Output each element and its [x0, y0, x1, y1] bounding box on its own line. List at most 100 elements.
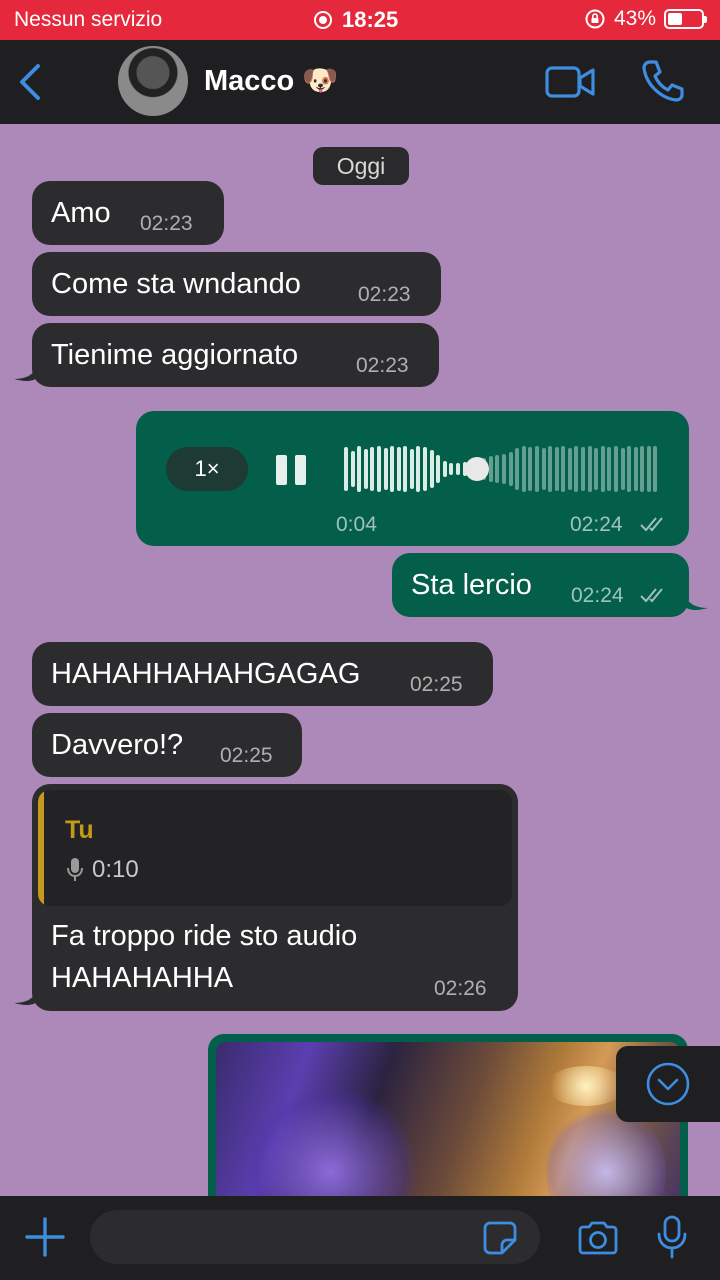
photo-light	[546, 1066, 626, 1106]
scroll-to-bottom-button[interactable]	[616, 1046, 720, 1122]
waveform-bar	[640, 446, 644, 492]
message-incoming[interactable]: Tienime aggiornato 02:23	[32, 323, 439, 387]
message-time: 02:23	[140, 212, 193, 235]
waveform-bar	[555, 447, 559, 491]
waveform-bar	[357, 446, 361, 492]
message-time: 02:26	[434, 977, 487, 1000]
waveform-bar	[588, 446, 592, 492]
waveform-bar	[423, 447, 427, 491]
message-time: 02:24	[570, 513, 623, 536]
message-time: 02:24	[571, 584, 624, 607]
message-input[interactable]	[90, 1210, 540, 1264]
waveform-bar	[351, 451, 355, 487]
message-time: 02:23	[356, 354, 409, 377]
bubble-tail	[14, 363, 38, 381]
message-text: HAHAHHAHAHGAGAG	[51, 658, 361, 690]
message-text: Amo	[51, 197, 111, 229]
voice-elapsed: 0:04	[336, 513, 377, 536]
waveform-bar	[594, 448, 598, 490]
message-time: 02:25	[220, 744, 273, 767]
waveform-bar	[384, 448, 388, 490]
waveform-bar	[344, 447, 348, 491]
microphone-icon[interactable]	[656, 1214, 688, 1260]
message-incoming[interactable]: Come sta wndando 02:23	[32, 252, 441, 316]
quote-accent-bar	[38, 790, 44, 906]
back-chevron-icon[interactable]	[14, 60, 50, 104]
waveform-bar	[647, 446, 651, 492]
waveform-bar	[443, 461, 447, 477]
waveform-bar	[509, 452, 513, 486]
waveform-bar	[502, 454, 506, 484]
avatar[interactable]	[118, 46, 188, 116]
read-receipt-icon	[640, 517, 663, 532]
waveform-bar	[542, 448, 546, 490]
date-separator: Oggi	[313, 147, 409, 185]
waveform-bar	[410, 449, 414, 489]
video-call-icon[interactable]	[544, 62, 596, 102]
message-time: 02:23	[358, 283, 411, 306]
microphone-icon	[67, 858, 83, 881]
recording-icon	[314, 11, 332, 29]
waveform-bar	[581, 447, 585, 491]
carrier-label: Nessun servizio	[14, 8, 163, 31]
message-text: Davvero!?	[51, 729, 184, 761]
camera-icon[interactable]	[576, 1220, 620, 1256]
waveform-bar	[627, 446, 631, 492]
quote-duration: 0:10	[92, 856, 139, 883]
pause-icon[interactable]	[276, 455, 306, 485]
waveform-bar	[614, 446, 618, 492]
battery-percent: 43%	[613, 7, 656, 30]
waveform-bar	[370, 447, 374, 491]
waveform-bar	[456, 463, 460, 475]
message-incoming[interactable]: HAHAHHAHAHGAGAG 02:25	[32, 642, 493, 706]
waveform-bar	[377, 446, 381, 492]
message-incoming[interactable]: Amo 02:23	[32, 181, 224, 245]
chat-header: Macco 🐶	[0, 40, 720, 124]
audio-scrubber-knob[interactable]	[465, 457, 489, 481]
playback-speed-button[interactable]: 1×	[166, 447, 248, 491]
contact-name[interactable]: Macco 🐶	[204, 64, 338, 98]
battery-fill	[668, 13, 682, 25]
photo-glow	[246, 1082, 416, 1196]
phone-call-icon[interactable]	[640, 58, 686, 104]
chevron-down-icon	[646, 1062, 690, 1106]
waveform-bar	[403, 446, 407, 492]
waveform-bar	[397, 447, 401, 491]
sticker-icon[interactable]	[482, 1220, 518, 1256]
read-receipt-icon	[640, 588, 663, 603]
waveform-bar	[449, 463, 453, 475]
voice-message-outgoing[interactable]: 1× 0:04 02:24	[136, 411, 689, 546]
message-text: Come sta wndando	[51, 268, 301, 300]
plus-icon[interactable]	[24, 1216, 66, 1258]
waveform-bar	[495, 455, 499, 483]
message-outgoing[interactable]: Sta lercio 02:24	[392, 553, 689, 617]
message-incoming[interactable]: Davvero!? 02:25	[32, 713, 302, 777]
waveform-bar	[528, 447, 532, 491]
waveform-bar	[489, 456, 493, 482]
bubble-tail	[684, 592, 708, 610]
waveform-bar	[653, 446, 657, 492]
waveform-bar	[430, 450, 434, 488]
quoted-message[interactable]: Tu 0:10	[38, 790, 512, 906]
photo-thumbnail[interactable]	[216, 1042, 680, 1196]
chat-area[interactable]: Oggi Amo 02:23 Come sta wndando 02:23 Ti…	[0, 124, 720, 1196]
audio-waveform[interactable]	[344, 443, 660, 495]
waveform-bar	[568, 448, 572, 490]
status-time: 18:25	[342, 7, 399, 32]
waveform-bar	[621, 448, 625, 490]
waveform-bar	[574, 446, 578, 492]
message-incoming-reply[interactable]: Tu 0:10 Fa troppo ride sto audio HAHAHAH…	[32, 784, 518, 1011]
status-center: 18:25	[314, 7, 398, 33]
battery-icon	[664, 9, 707, 29]
waveform-bar	[607, 447, 611, 491]
status-right: 43%	[584, 7, 707, 31]
waveform-bar	[515, 448, 519, 490]
message-text: Tienime aggiornato	[51, 339, 299, 371]
waveform-bar	[364, 449, 368, 489]
message-text-line-1: Fa troppo ride sto audio	[51, 920, 358, 952]
waveform-bar	[416, 446, 420, 492]
quote-author: Tu	[65, 816, 94, 844]
composer-bar	[0, 1196, 720, 1280]
bubble-tail	[14, 987, 38, 1005]
waveform-bar	[522, 446, 526, 492]
